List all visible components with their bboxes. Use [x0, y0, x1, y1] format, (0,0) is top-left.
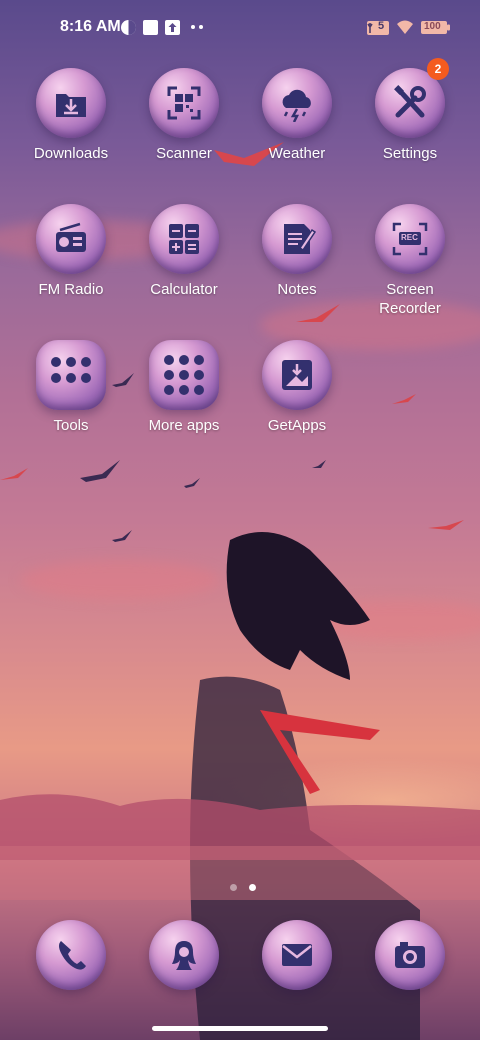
app-label: Notes: [277, 281, 317, 298]
app-label: Calculator: [150, 281, 218, 298]
app-label: Scanner: [156, 145, 212, 162]
notification-badge: 2: [427, 58, 449, 80]
app-label: More apps: [148, 417, 220, 434]
vpn-icon: [120, 19, 137, 41]
qr-scanner-icon: [149, 68, 219, 138]
app-calculator[interactable]: Calculator: [128, 204, 240, 299]
page-dot-active[interactable]: [249, 884, 257, 891]
tools-settings-icon: 2: [375, 58, 449, 138]
dock-camera[interactable]: [375, 920, 445, 990]
app-label: Screen Recorder: [379, 281, 441, 317]
sim-label: 5: [378, 20, 385, 32]
contacts-icon: [149, 920, 219, 990]
dock-messages[interactable]: [262, 920, 332, 990]
download-icon: [36, 68, 106, 138]
page-indicator: [226, 878, 260, 896]
wallpaper-cloud: [20, 560, 220, 600]
folder-icon: [36, 340, 106, 410]
upload-notification-icon: [164, 19, 181, 41]
wifi-icon: [396, 19, 414, 40]
screen-recorder-icon: REC: [375, 204, 445, 274]
app-settings[interactable]: 2 Settings: [354, 58, 466, 163]
radio-icon: [36, 204, 106, 274]
app-downloads[interactable]: Downloads: [15, 68, 127, 163]
app-screen-recorder[interactable]: REC Screen Recorder: [354, 204, 466, 318]
dock-phone[interactable]: [36, 920, 106, 990]
folder-tools[interactable]: Tools: [15, 340, 127, 435]
app-label: Settings: [382, 145, 438, 162]
battery-icon: 100: [420, 20, 452, 40]
camera-icon: [375, 920, 445, 990]
getapps-icon: [262, 340, 332, 410]
phone-icon: [36, 920, 106, 990]
app-label: Weather: [268, 145, 326, 162]
status-bar: 8:16 AM 5 100: [0, 0, 480, 56]
battery-level: 100: [424, 21, 441, 32]
home-gesture-bar[interactable]: [152, 1026, 328, 1031]
wallpaper-cloud: [300, 600, 480, 640]
app-label: GetApps: [267, 417, 327, 434]
app-scanner[interactable]: Scanner: [128, 68, 240, 163]
app-weather[interactable]: Weather: [241, 68, 353, 163]
app-fm-radio[interactable]: FM Radio: [15, 204, 127, 299]
messages-icon: [262, 920, 332, 990]
square-app-notification-icon: [142, 19, 159, 41]
app-label: Tools: [53, 417, 89, 434]
signal-icon: 5: [366, 19, 390, 41]
weather-cloud-icon: [262, 68, 332, 138]
calculator-icon: [149, 204, 219, 274]
more-notifications-icon: [190, 20, 204, 39]
app-label: FM Radio: [38, 281, 104, 298]
page-dot[interactable]: [230, 884, 237, 891]
notes-icon: [262, 204, 332, 274]
folder-more-apps[interactable]: More apps: [128, 340, 240, 435]
rec-label: REC: [401, 233, 418, 242]
status-time: 8:16 AM: [60, 18, 121, 35]
app-getapps[interactable]: GetApps: [241, 340, 353, 435]
app-notes[interactable]: Notes: [241, 204, 353, 299]
dock-contacts[interactable]: [149, 920, 219, 990]
app-label: Downloads: [33, 145, 109, 162]
folder-icon: [149, 340, 219, 410]
